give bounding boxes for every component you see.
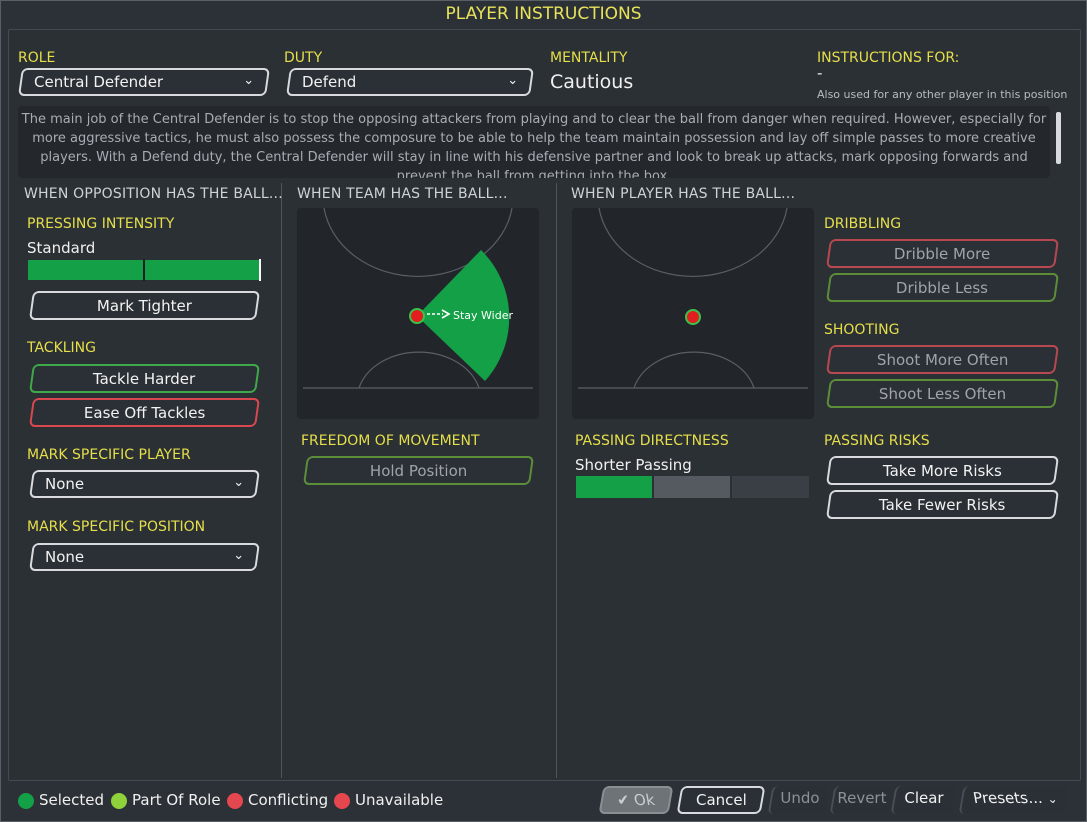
description-scrollbar[interactable] [1056,112,1061,164]
column-divider [281,183,282,778]
role-dropdown[interactable]: Central Defender ⌄ [18,68,270,96]
tackling-label: TACKLING [27,340,97,356]
player-marker [409,308,425,324]
freedom-of-movement-label: FREEDOM OF MOVEMENT [301,433,480,449]
pressing-bar-segment [28,260,143,280]
pressing-bar-marker [259,259,261,281]
passing-directness-label: PASSING DIRECTNESS [575,433,729,449]
ease-off-tackles-button[interactable]: Ease Off Tackles [28,398,261,427]
passing-directness-value: Shorter Passing [575,456,692,474]
duty-value: Defend [302,73,357,91]
instructions-for-label: INSTRUCTIONS FOR: [817,50,960,66]
team-pitch-view: Stay Wider [297,208,539,419]
legend-conflicting: Conflicting [248,791,329,809]
column-divider [556,183,557,778]
legend-part-of-role: Part Of Role [132,791,221,809]
mark-specific-position-label: MARK SPECIFIC POSITION [27,519,206,535]
stay-wider-annotation: Stay Wider [453,309,514,322]
take-more-risks-button[interactable]: Take More Risks [825,456,1060,485]
chevron-down-icon: ⌄ [233,548,245,563]
player-marker [685,309,701,325]
clear-button[interactable]: Clear [890,786,956,814]
tackle-harder-button[interactable]: Tackle Harder [28,364,261,393]
mark-player-value: None [45,475,85,493]
chevron-down-icon: ⌄ [233,475,245,490]
pressing-intensity-label: PRESSING INTENSITY [27,216,175,232]
revert-button[interactable]: Revert [829,786,893,814]
player-pitch-view [572,208,814,419]
cancel-button[interactable]: Cancel [676,786,766,814]
role-description: The main job of the Central Defender is … [18,106,1050,178]
shoot-less-button[interactable]: Shoot Less Often [825,379,1060,408]
mark-position-value: None [45,548,85,566]
unavailable-dot-icon [334,793,350,809]
chevron-down-icon: ⌄ [243,73,255,88]
part-of-role-dot-icon [111,793,127,809]
team-section-title: WHEN TEAM HAS THE BALL... [297,186,508,202]
pressing-intensity-bar[interactable] [28,259,261,281]
player-section-title: WHEN PLAYER HAS THE BALL... [571,186,796,202]
checkmark-icon: ✔ [615,791,632,809]
pitch-markings [578,208,808,389]
pressing-bar-segment [145,260,259,280]
instructions-for-value: - [817,64,823,82]
dribbling-label: DRIBBLING [824,216,902,232]
mark-tighter-button[interactable]: Mark Tighter [28,291,261,320]
dialog-title: PLAYER INSTRUCTIONS [445,4,642,24]
bar-divider [143,259,145,281]
legend-unavailable: Unavailable [355,791,444,809]
mark-specific-player-label: MARK SPECIFIC PLAYER [27,447,191,463]
pressing-intensity-value: Standard [27,239,96,257]
dribble-more-button[interactable]: Dribble More [825,239,1060,268]
take-fewer-risks-button[interactable]: Take Fewer Risks [825,490,1060,519]
passing-risks-label: PASSING RISKS [824,433,930,449]
ok-button[interactable]: ✔ Ok [598,786,674,814]
shooting-label: SHOOTING [824,322,900,338]
role-value: Central Defender [34,73,164,91]
directness-bar-segment [576,476,652,498]
duty-dropdown[interactable]: Defend ⌄ [286,68,534,96]
chevron-down-icon: ⌄ [1045,792,1059,806]
undo-button[interactable]: Undo [767,786,831,814]
conflicting-dot-icon [227,793,243,809]
role-label: ROLE [18,50,56,66]
directness-bar-segment [654,476,730,498]
shoot-more-button[interactable]: Shoot More Often [825,345,1060,374]
presets-dropdown[interactable]: Presets... ⌄ [958,786,1070,814]
directness-bar-segment [732,476,809,498]
chevron-down-icon: ⌄ [507,73,519,88]
duty-label: DUTY [284,50,323,66]
opposition-section-title: WHEN OPPOSITION HAS THE BALL... [24,186,283,202]
mentality-label: MENTALITY [550,50,628,66]
mark-player-dropdown[interactable]: None ⌄ [29,470,260,498]
selected-dot-icon [18,793,34,809]
instructions-for-note: Also used for any other player in this p… [817,88,1068,101]
mentality-value: Cautious [550,71,634,93]
legend-selected: Selected [39,791,105,809]
dribble-less-button[interactable]: Dribble Less [825,273,1060,302]
mark-position-dropdown[interactable]: None ⌄ [29,543,260,571]
passing-directness-bar[interactable] [576,476,809,498]
hold-position-button[interactable]: Hold Position [302,456,535,485]
